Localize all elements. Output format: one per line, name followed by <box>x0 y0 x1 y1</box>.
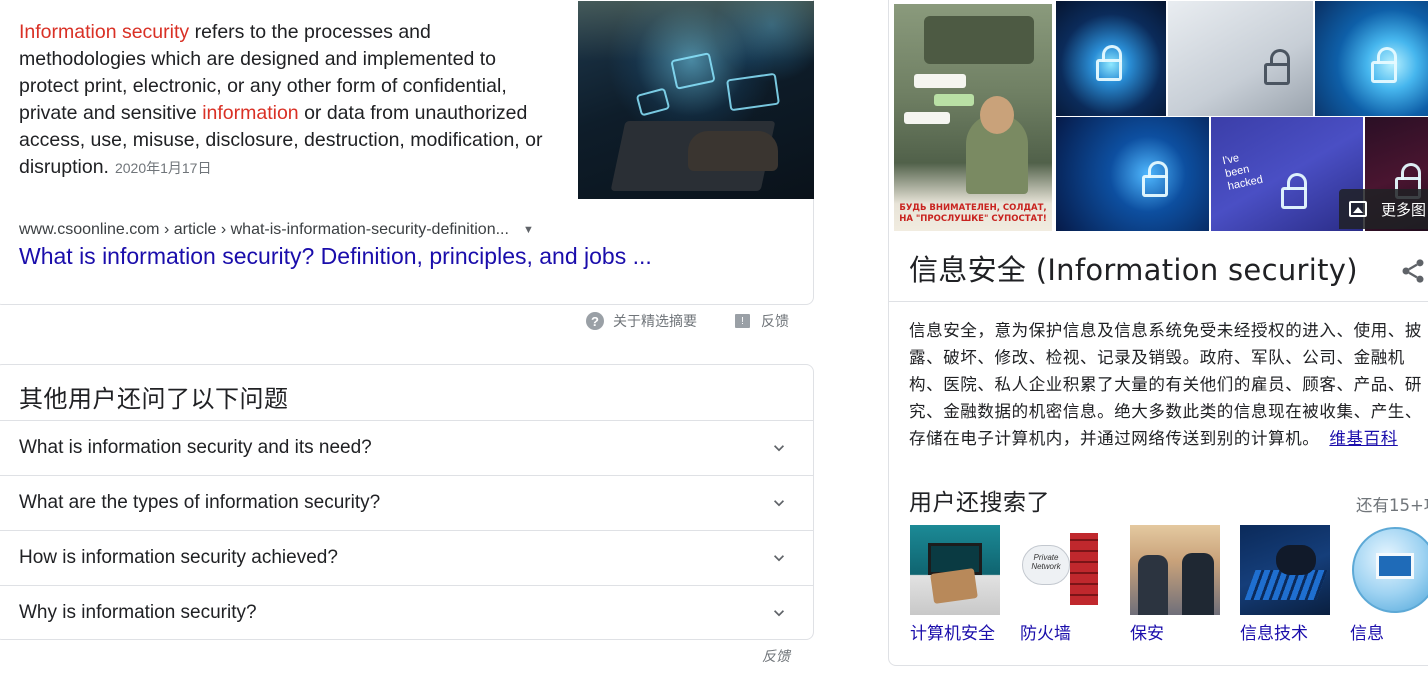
paa-question: How is information security achieved? <box>19 547 338 568</box>
speech-bubble <box>904 112 950 124</box>
firewall-icon: Private Network <box>1020 525 1110 615</box>
kp-title: 信息安全 (Information security) <box>909 253 1358 287</box>
brick-wall <box>1070 533 1098 605</box>
related-entity-label: 保安 <box>1130 624 1164 644</box>
computer-info-icon <box>1350 525 1428 615</box>
paa-title: 其他用户还问了以下问题 <box>19 385 289 413</box>
hologram-panel-icon <box>726 72 780 112</box>
snippet-highlight: information <box>202 102 299 124</box>
related-entity[interactable]: Private Network 防火墙 <box>1020 525 1112 644</box>
related-entity-label: 信息 <box>1350 624 1384 644</box>
related-entity[interactable]: 信息 <box>1350 525 1428 644</box>
related-entity[interactable]: 计算机安全 <box>910 525 1002 644</box>
paa-question-row[interactable]: What is information security and its nee… <box>0 420 813 475</box>
kp-description: 信息安全，意为保护信息及信息系统免受未经授权的进入、使用、披露、破坏、修改、检视… <box>909 317 1428 452</box>
chevron-down-icon[interactable] <box>769 438 789 458</box>
chevron-down-icon[interactable] <box>769 548 789 568</box>
also-search-title: 用户还搜索了 <box>909 490 1050 516</box>
related-entity[interactable]: 保安 <box>1130 525 1222 644</box>
more-images-label: 更多图 <box>1381 201 1427 219</box>
paa-feedback-link[interactable]: 反馈 <box>762 646 790 666</box>
image-icon <box>1349 201 1367 217</box>
paa-question-row[interactable]: What are the types of information securi… <box>0 475 813 530</box>
hacked-tile-text: I've been hacked <box>1221 152 1264 193</box>
paa-question: What is information security and its nee… <box>19 437 372 458</box>
hologram-panel-icon <box>635 87 671 117</box>
lock-icon <box>1142 161 1168 197</box>
snippet-text: Information security refers to the proce… <box>19 19 554 182</box>
wikipedia-link[interactable]: 维基百科 <box>1329 429 1397 448</box>
feedback-label: 反馈 <box>761 313 789 329</box>
poster-caption: БУДЬ ВНИМАТЕЛЕН, СОЛДАТ, НА "ПРОСЛУШКЕ" … <box>899 203 1047 224</box>
related-entity-label: 信息技术 <box>1240 624 1308 644</box>
divider <box>889 301 1428 302</box>
chain-lock <box>930 568 978 604</box>
chevron-down-icon[interactable] <box>769 493 789 513</box>
related-entity[interactable]: 信息技术 <box>1240 525 1332 644</box>
related-entity-label: 计算机安全 <box>910 624 995 644</box>
related-entity-label: 防火墙 <box>1020 624 1071 644</box>
more-images-button[interactable]: 更多图 <box>1339 189 1428 229</box>
also-search-more-link[interactable]: 还有15+项 <box>1356 492 1428 516</box>
hand-silhouette <box>1276 545 1316 575</box>
lock-icon <box>1264 49 1290 85</box>
snippet-highlight: Information security <box>19 21 190 43</box>
featured-snippet-card: Information security refers to the proce… <box>0 0 814 305</box>
help-icon: ? <box>586 312 604 330</box>
feedback-flag-icon: ! <box>735 314 750 328</box>
about-label: 关于精选摘要 <box>613 313 697 329</box>
caret-down-icon[interactable]: ▼ <box>523 224 534 236</box>
monitor-shape <box>1376 553 1414 579</box>
snippet-date: 2020年1月17日 <box>114 160 212 176</box>
snippet-feedback-button[interactable]: ! 反馈 <box>735 311 789 331</box>
tank-illustration <box>924 16 1034 64</box>
about-featured-snippets[interactable]: ? 关于精选摘要 <box>586 311 697 331</box>
speech-bubble <box>914 74 966 88</box>
window-light <box>578 1 814 61</box>
people-also-ask-card: 其他用户还问了以下问题 What is information security… <box>0 364 814 640</box>
chevron-down-icon[interactable] <box>769 603 789 623</box>
paa-question: What are the types of information securi… <box>19 492 381 513</box>
soldier-head <box>980 96 1014 134</box>
kp-image-tile[interactable] <box>1056 1 1166 116</box>
share-icon[interactable] <box>1399 257 1427 285</box>
snippet-image[interactable] <box>578 1 814 199</box>
hand-illustration <box>688 131 778 171</box>
kp-image-tile[interactable] <box>1315 1 1428 116</box>
paa-question: Why is information security? <box>19 602 257 623</box>
result-breadcrumb[interactable]: www.csoonline.com › article › what-is-in… <box>19 221 534 239</box>
paa-question-row[interactable]: Why is information security? <box>0 585 813 640</box>
kp-image-poster[interactable]: БУДЬ ВНИМАТЕЛЕН, СОЛДАТ, НА "ПРОСЛУШКЕ" … <box>894 4 1052 231</box>
paa-question-row[interactable]: How is information security achieved? <box>0 530 813 585</box>
speech-bubble <box>934 94 974 106</box>
breadcrumb-text: www.csoonline.com › article › what-is-in… <box>19 221 509 238</box>
kp-image-tile[interactable] <box>1168 1 1313 116</box>
laptop-lock-icon <box>910 525 1000 615</box>
guard-figure <box>1138 555 1168 615</box>
lock-icon <box>1371 47 1397 83</box>
kp-image-tile[interactable] <box>1056 117 1209 231</box>
firewall-thumb-text: Private Network <box>1031 553 1061 571</box>
lock-icon <box>1096 45 1122 81</box>
lock-icon <box>1281 173 1307 209</box>
result-title-link[interactable]: What is information security? Definition… <box>19 243 652 270</box>
security-guard-icon <box>1130 525 1220 615</box>
knowledge-panel: БУДЬ ВНИМАТЕЛЕН, СОЛДАТ, НА "ПРОСЛУШКЕ" … <box>888 0 1428 666</box>
keyboard-hand-icon <box>1240 525 1330 615</box>
guard-figure <box>1182 553 1214 615</box>
